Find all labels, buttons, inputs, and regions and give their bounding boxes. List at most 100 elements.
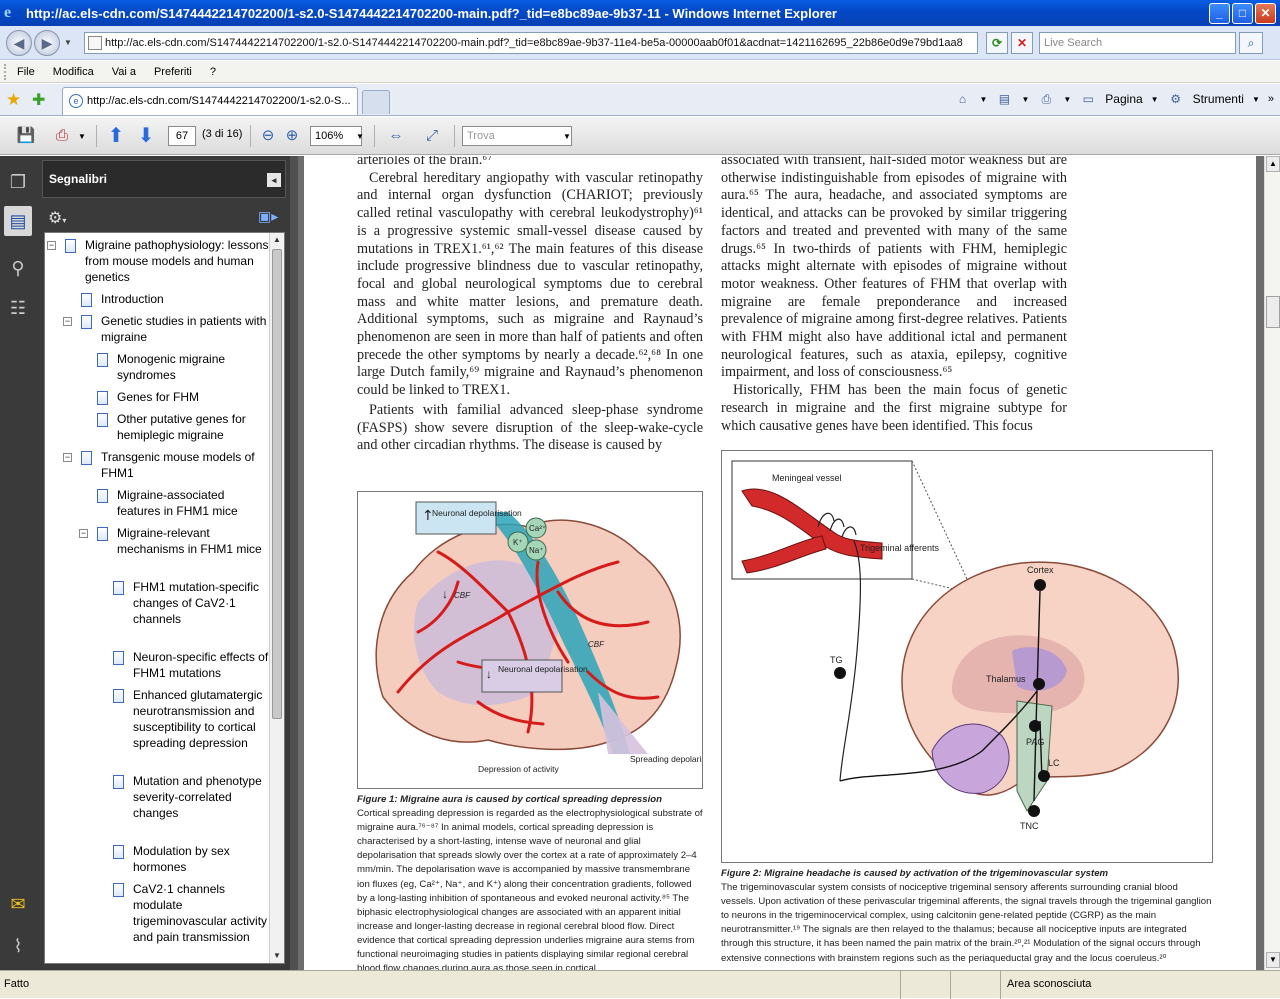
- favorites-star-icon[interactable]: ★: [6, 90, 21, 110]
- down-arrow-icon: ↓: [486, 667, 492, 681]
- find-input[interactable]: Trova: [462, 126, 572, 146]
- page-dropdown-icon[interactable]: ▼: [1151, 95, 1159, 104]
- history-dropdown-icon[interactable]: ▼: [64, 38, 72, 47]
- comments-icon[interactable]: ✉: [6, 892, 30, 916]
- zoom-in-icon[interactable]: ⊕: [280, 124, 304, 148]
- chevron-more-icon[interactable]: »: [1268, 93, 1274, 105]
- menu-file[interactable]: File: [8, 66, 44, 78]
- bookmark-item[interactable]: Mutation and phenotype severity-correlat…: [133, 773, 269, 821]
- bookmark-item[interactable]: Introduction: [101, 291, 269, 307]
- print-pdf-icon[interactable]: ⎙: [50, 124, 74, 148]
- refresh-button[interactable]: ⟳: [986, 32, 1008, 54]
- bookmark-item[interactable]: Migraine-associated features in FHM1 mic…: [117, 487, 269, 519]
- back-button[interactable]: ◀: [6, 30, 32, 56]
- expand-collapse-icon[interactable]: −: [47, 241, 56, 250]
- magnifier-icon: ⌕: [1247, 36, 1255, 50]
- feeds-dropdown-icon[interactable]: ▼: [1021, 95, 1029, 104]
- bookmark-item[interactable]: Enhanced glutamatergic neurotransmission…: [133, 687, 269, 751]
- expand-collapse-icon[interactable]: −: [79, 529, 88, 538]
- zoom-out-icon[interactable]: ⊖: [256, 124, 280, 148]
- close-button[interactable]: ✕: [1255, 3, 1276, 24]
- label-k: K⁺: [513, 538, 523, 547]
- bookmark-icon: [97, 391, 108, 405]
- attachments-icon[interactable]: ⌇: [6, 934, 30, 958]
- bookmark-icon: [97, 413, 108, 427]
- fit-page-icon[interactable]: ⤢: [420, 124, 444, 148]
- home-dropdown-icon[interactable]: ▼: [980, 95, 988, 104]
- scroll-up-icon[interactable]: ▲: [1266, 156, 1280, 172]
- bookmark-item[interactable]: Modulation by sex hormones: [133, 843, 269, 875]
- menu-help[interactable]: ?: [201, 66, 225, 78]
- menu-preferiti[interactable]: Preferiti: [145, 66, 201, 78]
- save-icon[interactable]: 💾: [14, 124, 38, 148]
- bookmarks-header: Segnalibri ◂: [42, 160, 286, 198]
- forward-button[interactable]: ▶: [34, 30, 60, 56]
- tools-dropdown-icon[interactable]: ▼: [1252, 95, 1260, 104]
- bookmark-item[interactable]: Transgenic mouse models of FHM1: [101, 449, 269, 481]
- search-button[interactable]: ⌕: [1239, 32, 1263, 54]
- tools-menu[interactable]: Strumenti: [1193, 92, 1244, 106]
- fit-width-icon[interactable]: ⇔: [384, 124, 408, 148]
- feeds-icon[interactable]: ▤: [995, 90, 1013, 108]
- bookmark-icon: [113, 775, 124, 789]
- bookmark-item[interactable]: FHM1 mutation-specific changes of CaV2·1…: [133, 579, 269, 627]
- tab-current[interactable]: e http://ac.els-cdn.com/S147444221470220…: [62, 87, 358, 115]
- print-dropdown-icon[interactable]: ▼: [1063, 95, 1071, 104]
- scroll-thumb[interactable]: [1266, 296, 1280, 328]
- scroll-up-icon[interactable]: ▲: [270, 233, 284, 247]
- bookmarks-scrollbar[interactable]: ▲ ▼: [269, 233, 284, 963]
- zoom-select[interactable]: 106%: [310, 126, 362, 146]
- document-scrollbar[interactable]: ▲ ▼: [1264, 156, 1280, 970]
- figure-2-title: Figure 2: Migraine headache is caused by…: [721, 868, 1109, 879]
- new-tab-button[interactable]: [362, 90, 390, 114]
- live-search-input[interactable]: Live Search: [1039, 32, 1236, 54]
- bookmark-icon: [113, 651, 124, 665]
- collapse-panel-button[interactable]: ◂: [267, 173, 281, 187]
- expand-collapse-icon[interactable]: −: [63, 453, 72, 462]
- panel-splitter[interactable]: [290, 156, 298, 970]
- bookmark-item[interactable]: Migraine-relevant mechanisms in FHM1 mic…: [117, 525, 269, 557]
- add-favorite-icon[interactable]: ✚: [32, 90, 45, 110]
- label-neuronal-depol-mid: Neuronal depolarisation: [498, 664, 588, 674]
- label-lc: LC: [1048, 758, 1060, 768]
- page-number-input[interactable]: 67: [168, 126, 196, 146]
- pages-icon[interactable]: ❐: [6, 170, 30, 194]
- scroll-down-icon[interactable]: ▼: [1266, 952, 1280, 968]
- print-icon[interactable]: ⎙: [1037, 90, 1055, 108]
- bookmark-item[interactable]: Monogenic migraine syndromes: [117, 351, 269, 383]
- status-cell: [900, 971, 950, 999]
- find-dropdown-icon[interactable]: ▼: [563, 132, 571, 141]
- menu-modifica[interactable]: Modifica: [44, 66, 103, 78]
- home-icon[interactable]: ⌂: [954, 90, 972, 108]
- stop-button[interactable]: ✕: [1011, 32, 1033, 54]
- bookmarks-panel: Segnalibri ◂ ⚙▾ ▣▸ ▲ ▼ − Migraine pathoph…: [36, 156, 290, 970]
- url-input[interactable]: http://ac.els-cdn.com/S1474442214702200/…: [84, 32, 978, 54]
- bookmark-item[interactable]: Genes for FHM: [117, 389, 269, 405]
- bookmark-item[interactable]: Genetic studies in patients with migrain…: [101, 313, 269, 345]
- expand-collapse-icon[interactable]: −: [63, 317, 72, 326]
- find-binoculars-icon[interactable]: ⚲: [6, 256, 30, 280]
- tab-label: http://ac.els-cdn.com/S1474442214702200/…: [87, 95, 351, 107]
- bookmark-item[interactable]: CaV2·1 channels modulate trigeminovascul…: [133, 881, 269, 945]
- minimize-button[interactable]: _: [1209, 3, 1230, 24]
- bookmark-item[interactable]: Neuron-specific effects of FHM1 mutation…: [133, 649, 269, 681]
- scroll-down-icon[interactable]: ▼: [270, 949, 284, 963]
- page-menu[interactable]: Pagina: [1105, 92, 1142, 106]
- bookmarks-panel-icon[interactable]: ▤: [4, 206, 32, 236]
- maximize-button[interactable]: □: [1232, 3, 1253, 24]
- print-dropdown-arrow-icon[interactable]: ▼: [78, 132, 86, 141]
- right-column: associated with transient, half-sided mo…: [721, 156, 1067, 435]
- zoom-dropdown-icon[interactable]: ▼: [356, 132, 364, 141]
- prev-page-icon[interactable]: ⬆: [104, 124, 128, 148]
- bookmark-icon: [113, 883, 124, 897]
- structure-icon[interactable]: ☷: [6, 296, 30, 320]
- next-page-icon[interactable]: ⬇: [134, 124, 158, 148]
- menu-vai-a[interactable]: Vai a: [103, 66, 145, 78]
- bookmark-item[interactable]: Other putative genes for hemiplegic migr…: [117, 411, 269, 443]
- options-gear-icon[interactable]: ⚙▾: [48, 208, 66, 228]
- bookmark-item[interactable]: Migraine pathophysiology: lessons from m…: [85, 237, 269, 285]
- brain-aura-illustration: Neuronal depolarisation ↑ Ca²⁺ K⁺ Na⁺ ↓ …: [375, 501, 724, 774]
- new-bookmark-icon[interactable]: ▣▸: [258, 208, 278, 225]
- paragraph: Historically, FHM has been the main focu…: [721, 382, 1067, 434]
- scroll-thumb[interactable]: [272, 249, 282, 719]
